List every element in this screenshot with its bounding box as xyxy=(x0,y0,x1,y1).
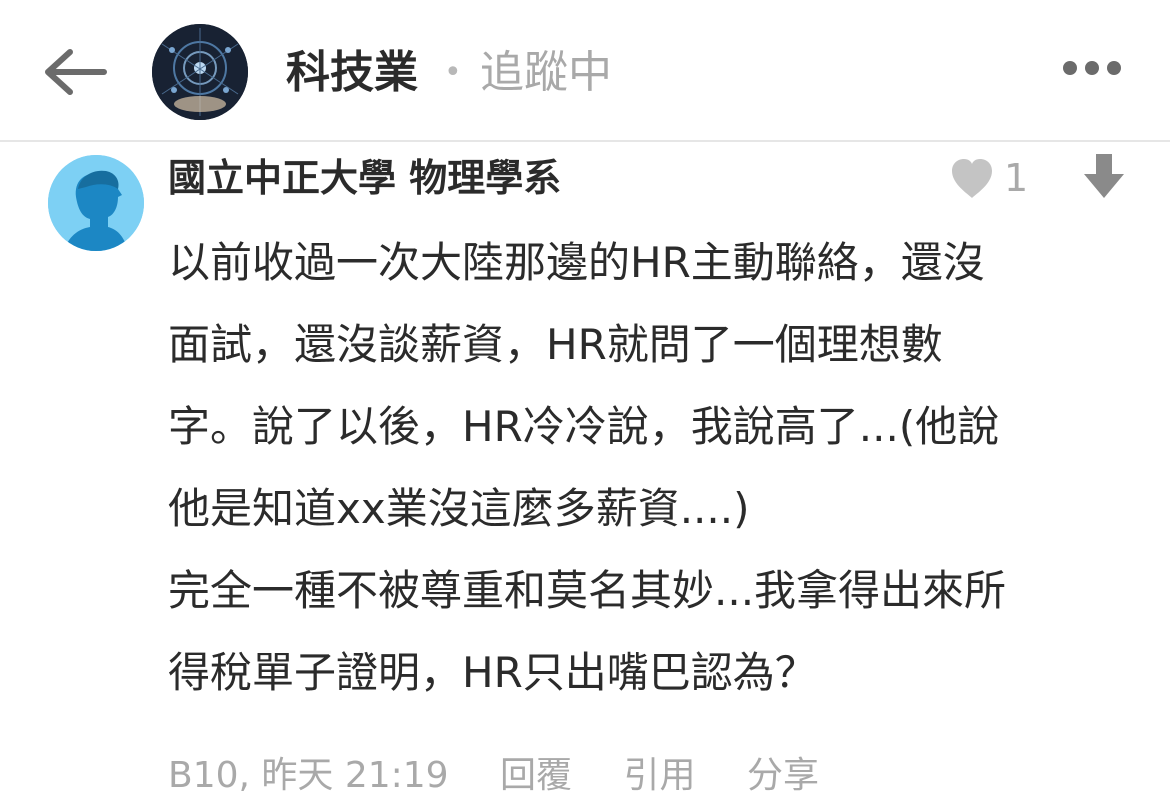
back-arrow-icon[interactable] xyxy=(40,44,110,100)
board-avatar[interactable] xyxy=(152,24,248,120)
quote-button[interactable]: 引用 xyxy=(624,744,696,808)
board-title[interactable]: 科技業 xyxy=(286,44,418,102)
comment-line: 字。說了以後，HR冷冷說，我說高了...(他說 xyxy=(168,402,1000,451)
comment-body: 以前收過一次大陸那邊的HR主動聯絡，還沒 面試，還沒談薪資，HR就問了一個理想數… xyxy=(168,222,1128,714)
top-bar: 科技業 • 追蹤中 xyxy=(0,0,1170,142)
comment-line: 面試，還沒談薪資，HR就問了一個理想數 xyxy=(168,320,943,369)
commenter-avatar[interactable] xyxy=(48,155,144,251)
share-button[interactable]: 分享 xyxy=(747,744,819,808)
comment-line: 他是知道xx業沒這麼多薪資....) xyxy=(168,484,750,533)
heart-icon[interactable] xyxy=(948,156,996,200)
comment-line: 得稅單子證明，HR只出嘴巴認為？ xyxy=(168,648,817,697)
like-count: 1 xyxy=(1004,156,1029,200)
more-options-icon[interactable] xyxy=(1056,48,1128,88)
floor-timestamp: B10, 昨天 21:19 xyxy=(168,755,449,796)
comment-footer: B10, 昨天 21:19 回覆 引用 分享 xyxy=(168,744,859,808)
comment-author[interactable]: 國立中正大學 物理學系 xyxy=(168,152,561,204)
follow-status-button[interactable]: 追蹤中 xyxy=(480,44,612,102)
comment-line: 完全一種不被尊重和莫名其妙...我拿得出來所 xyxy=(168,566,1007,615)
reply-button[interactable]: 回覆 xyxy=(500,744,572,808)
arrow-down-icon[interactable] xyxy=(1082,152,1126,200)
title-separator: • xyxy=(444,55,462,90)
comment-line: 以前收過一次大陸那邊的HR主動聯絡，還沒 xyxy=(168,238,985,287)
